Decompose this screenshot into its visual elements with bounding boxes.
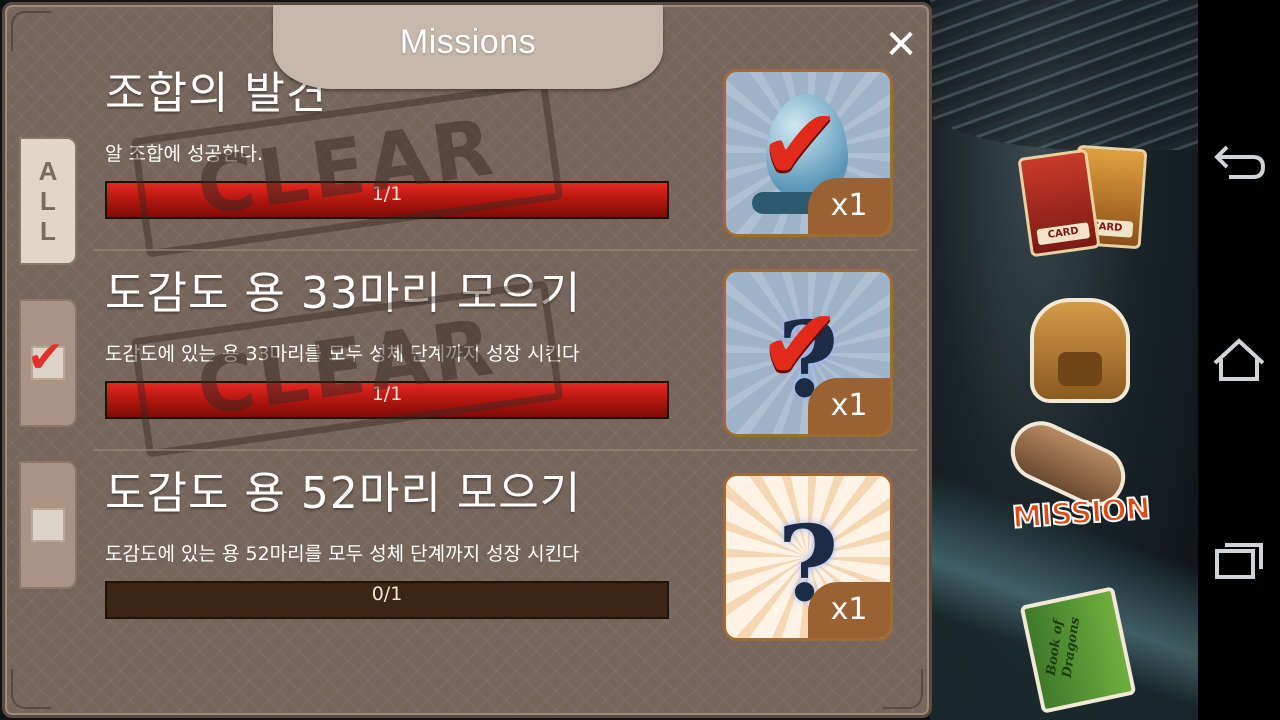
panel-title-tab: Missions [273,5,663,89]
tab-completed[interactable]: ✔ [19,299,77,427]
mission-label: MISSION [1010,490,1152,537]
backpack-icon [1030,297,1130,403]
mission-row: 도감도 용 33마리 모으기 도감도에 있는 용 33마리를 모두 성체 단계까… [87,251,917,458]
back-icon [1214,145,1266,179]
tab-all-letter: A [38,156,58,186]
tab-all-letter: L [40,216,56,246]
game-background: CARD CARD MISSION Book of Dragons [930,0,1198,720]
card-label: CARD [1036,222,1091,246]
completed-checkbox: ✔ [27,336,65,380]
mission-row: 도감도 용 52마리 모으기 도감도에 있는 용 52마리를 모두 성체 단계까… [87,451,917,651]
mission-description: 도감도에 있는 용 52마리를 모두 성체 단계까지 성장 시킨다 [105,543,580,565]
missions-panel: Missions ✕ A L L ✔ 조합의 발견 알 조합에 성공한다. 1/… [2,2,932,718]
reward-quantity: x1 [808,582,890,638]
progress-text: 1/1 [371,183,403,205]
card-icon: CARD [1017,148,1101,258]
close-button[interactable]: ✕ [877,23,925,71]
progress-text: 1/1 [371,383,403,405]
mission-title: 도감도 용 52마리 모으기 [105,468,582,519]
reward-quantity: x1 [808,178,890,234]
reward-button[interactable]: ✔ x1 [723,69,893,237]
panel-ornament [11,669,51,709]
mission-progress-bar: 1/1 [105,381,669,419]
card-menu-button[interactable]: CARD CARD [1017,144,1160,265]
recents-button[interactable] [1198,520,1280,600]
mission-progress-bar: 0/1 [105,581,669,619]
home-button[interactable] [1198,320,1280,400]
checkmark-icon: ✔ [27,332,64,383]
book-of-dragons-button[interactable]: Book of Dragons [1018,585,1138,715]
mission-title: 도감도 용 33마리 모으기 [105,268,582,319]
android-nav-bar [1198,0,1280,720]
reward-quantity: x1 [808,378,890,434]
incomplete-checkbox [31,508,65,542]
back-button[interactable] [1198,120,1280,200]
book-label: Book of Dragons [1043,616,1084,679]
panel-ornament [883,669,923,709]
home-icon [1213,338,1265,381]
tab-incomplete[interactable] [19,461,77,589]
mission-menu-button[interactable]: MISSION [990,411,1170,550]
tab-all-label: A L L [39,156,58,246]
tab-all[interactable]: A L L [19,137,77,265]
panel-title: Missions [399,22,537,61]
progress-text: 0/1 [371,583,403,605]
background-swirl [930,0,1198,150]
book-icon: Book of Dragons [1019,586,1137,714]
mission-description: 알 조합에 성공한다. [105,143,263,165]
reward-button[interactable]: ? ✔ x1 [723,269,893,437]
panel-ornament [11,11,51,51]
mission-description: 도감도에 있는 용 33마리를 모두 성체 단계까지 성장 시킨다 [105,343,580,365]
recents-icon [1215,543,1263,579]
tab-all-letter: L [40,186,56,216]
backpack-button[interactable] [1015,290,1145,410]
reward-button[interactable]: ? x1 [723,473,893,641]
mission-progress-bar: 1/1 [105,181,669,219]
